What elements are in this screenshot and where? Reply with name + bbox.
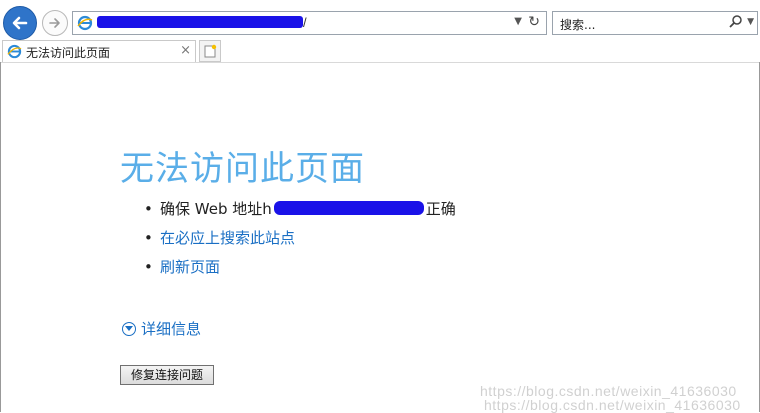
chevron-down-icon xyxy=(122,321,136,336)
details-label: 详细信息 xyxy=(141,320,202,338)
tab-active[interactable]: 无法访问此页面 × xyxy=(2,40,196,62)
tab-title: 无法访问此页面 xyxy=(26,46,111,60)
search-box[interactable]: 搜索... ▼ xyxy=(552,11,758,35)
address-bar[interactable]: / ▼ ↻ xyxy=(72,11,547,35)
url-text: / xyxy=(303,15,307,30)
back-button[interactable] xyxy=(3,6,37,40)
tip-prefix: 确保 Web 地址h xyxy=(160,200,272,218)
url-redaction xyxy=(273,201,424,215)
chevron-down-icon[interactable]: ▼ xyxy=(747,17,754,27)
list-item: 刷新页面 xyxy=(140,256,456,285)
content-border-left xyxy=(0,62,1,412)
tip-suffix: 正确 xyxy=(425,200,456,218)
details-toggle[interactable]: 详细信息 xyxy=(122,318,201,339)
arrow-left-icon xyxy=(12,16,28,30)
ie-icon xyxy=(77,15,93,35)
search-icon[interactable] xyxy=(729,14,743,32)
arrow-right-icon xyxy=(49,18,60,28)
refresh-page-link[interactable]: 刷新页面 xyxy=(160,258,220,276)
new-tab-icon xyxy=(204,44,217,58)
page-title: 无法访问此页面 xyxy=(120,149,365,189)
forward-button[interactable] xyxy=(42,10,68,36)
search-bing-link[interactable]: 在必应上搜索此站点 xyxy=(160,229,295,247)
search-placeholder: 搜索... xyxy=(560,18,596,32)
tips-list: 确保 Web 地址h 正确 在必应上搜索此站点 刷新页面 xyxy=(140,198,456,285)
list-item: 确保 Web 地址h 正确 xyxy=(140,198,456,227)
fix-connection-button[interactable]: 修复连接问题 xyxy=(120,365,214,385)
ie-icon xyxy=(7,44,22,63)
close-icon[interactable]: × xyxy=(180,43,191,58)
refresh-icon[interactable]: ↻ xyxy=(528,14,540,30)
watermark-shadow: https://blog.csdn.net/weixin_41636030 xyxy=(484,397,741,413)
list-item: 在必应上搜索此站点 xyxy=(140,227,456,256)
browser-toolbar: / ▼ ↻ 搜索... ▼ 无法访问此页面 × xyxy=(0,0,760,63)
new-tab-button[interactable] xyxy=(199,40,221,62)
chevron-down-icon[interactable]: ▼ xyxy=(514,16,522,27)
url-redaction xyxy=(97,16,303,28)
